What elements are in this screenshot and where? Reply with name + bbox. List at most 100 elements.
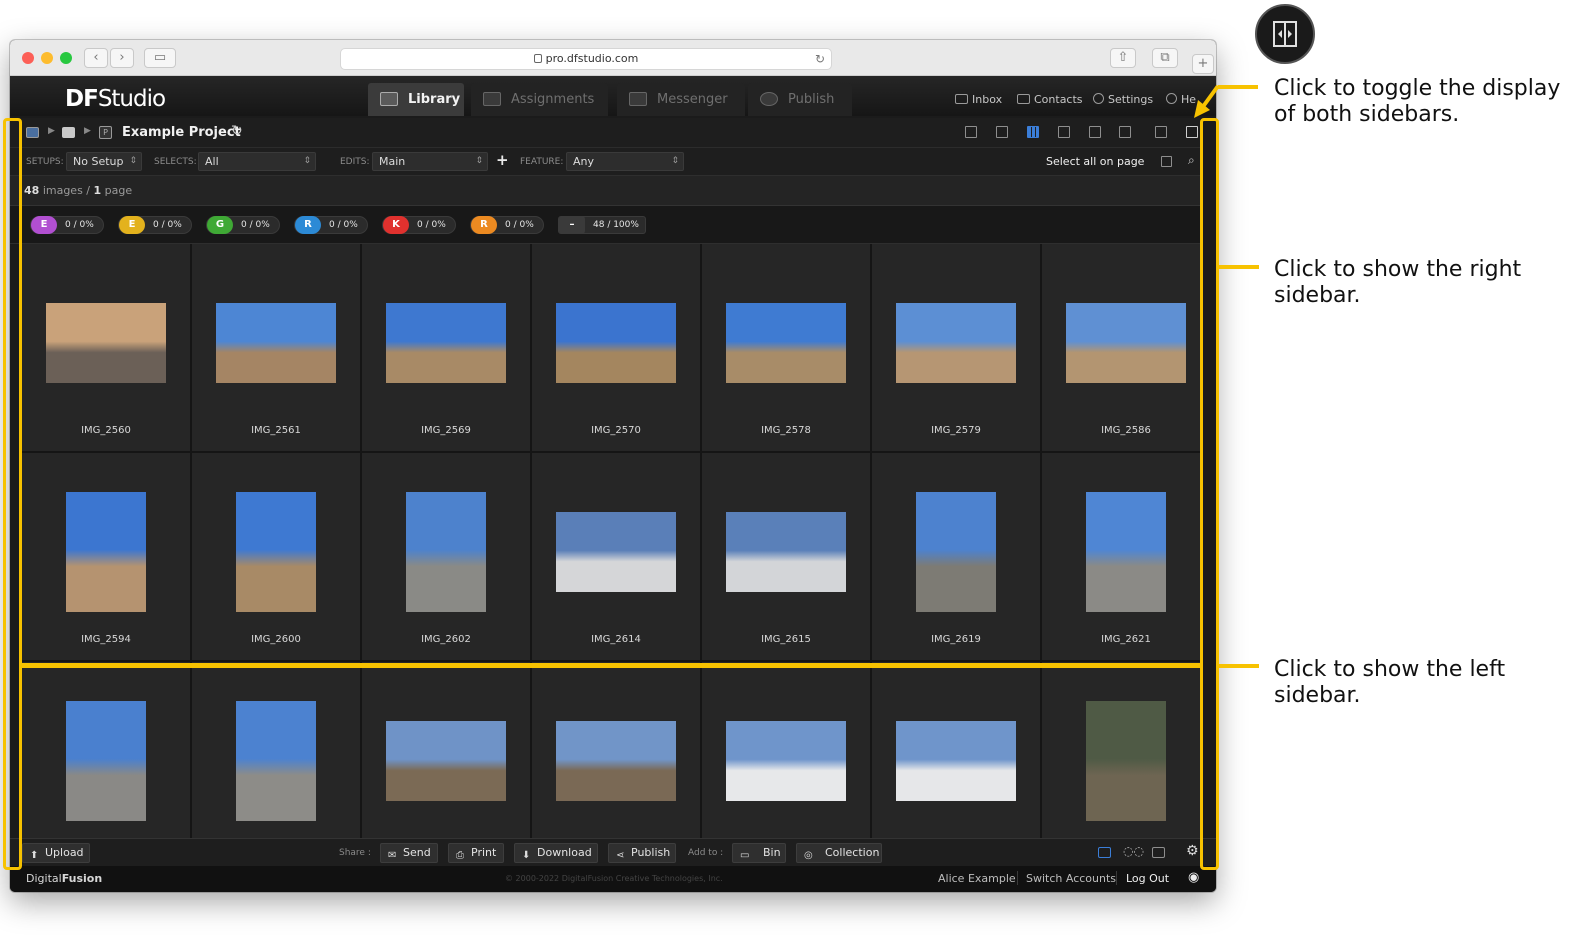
view-list-icon[interactable] <box>996 126 1008 138</box>
add-edit-button[interactable]: + <box>496 151 509 169</box>
selection-badge[interactable]: G 0 / 0% <box>206 216 280 234</box>
selection-badge[interactable]: E 0 / 0% <box>30 216 104 234</box>
gear-icon[interactable]: ⚙ <box>1186 843 1199 859</box>
eye-icon[interactable]: ◉ <box>1188 870 1199 885</box>
image-thumbnail[interactable] <box>46 303 166 383</box>
image-tile[interactable]: IMG_2621 <box>1042 453 1200 660</box>
monitor-icon[interactable] <box>1152 847 1165 858</box>
image-tile[interactable]: IMG_2600 <box>192 453 360 660</box>
image-tile[interactable]: IMG_2561 <box>192 244 360 451</box>
maximize-window-button[interactable] <box>60 52 72 64</box>
image-tile[interactable] <box>22 662 190 838</box>
toggle-sidebars-icon[interactable] <box>1186 126 1198 138</box>
selection-badge[interactable]: R 0 / 0% <box>470 216 544 234</box>
image-thumbnail[interactable] <box>556 721 676 801</box>
image-thumbnail[interactable] <box>1066 303 1186 383</box>
image-tile[interactable] <box>872 662 1040 838</box>
back-icon[interactable]: ‹ <box>84 48 108 68</box>
image-thumbnail[interactable] <box>896 721 1016 801</box>
view-overlap-icon[interactable] <box>1155 126 1167 138</box>
user-name[interactable]: Alice Example <box>938 872 1016 885</box>
selection-badge[interactable]: R 0 / 0% <box>294 216 368 234</box>
image-tile[interactable]: IMG_2560 <box>22 244 190 451</box>
image-thumbnail[interactable] <box>386 303 506 383</box>
tab-assignments[interactable]: Assignments <box>471 83 608 116</box>
selection-badge[interactable]: –48 / 100% <box>558 216 646 234</box>
search-icon[interactable]: ⌕ <box>1188 153 1195 168</box>
image-tile[interactable] <box>532 662 700 838</box>
project-icon[interactable]: P <box>99 126 112 139</box>
setups-select[interactable]: No Setup ⇕ <box>66 152 142 171</box>
text-toggle-icon[interactable] <box>1161 156 1172 167</box>
selection-badge[interactable]: E 0 / 0% <box>118 216 192 234</box>
publish-button[interactable]: ⋖ Publish <box>608 843 676 863</box>
layout-grid-icon[interactable] <box>1098 847 1111 858</box>
view-grid-small-icon[interactable] <box>1027 126 1039 138</box>
print-button[interactable]: ⎙ Print <box>448 843 504 863</box>
new-tab-icon[interactable]: + <box>1192 54 1214 74</box>
tab-publish[interactable]: Publish <box>748 83 852 116</box>
image-thumbnail[interactable] <box>896 303 1016 383</box>
refresh-icon[interactable]: ↻ <box>231 123 243 139</box>
image-thumbnail[interactable] <box>236 492 316 612</box>
image-tile[interactable] <box>702 662 870 838</box>
bin-button[interactable]: ▭ Bin <box>732 843 786 863</box>
image-tile[interactable]: IMG_2614 <box>532 453 700 660</box>
image-tile[interactable]: IMG_2615 <box>702 453 870 660</box>
reload-icon[interactable]: ↻ <box>815 49 825 69</box>
inbox-link[interactable]: Inbox <box>955 93 1002 106</box>
image-tile[interactable] <box>192 662 360 838</box>
view-single-icon[interactable] <box>1089 126 1101 138</box>
image-tile[interactable]: IMG_2619 <box>872 453 1040 660</box>
image-tile[interactable]: IMG_2570 <box>532 244 700 451</box>
image-thumbnail[interactable] <box>1086 492 1166 612</box>
image-thumbnail[interactable] <box>726 721 846 801</box>
collection-button[interactable]: ◎ Collection <box>796 843 882 863</box>
image-tile[interactable] <box>1042 662 1200 838</box>
forward-icon[interactable]: › <box>110 48 134 68</box>
image-thumbnail[interactable] <box>726 303 846 383</box>
image-thumbnail[interactable] <box>236 701 316 821</box>
image-thumbnail[interactable] <box>556 303 676 383</box>
sidebar-toggle-icon[interactable]: ▭ <box>144 48 176 68</box>
image-tile[interactable]: IMG_2578 <box>702 244 870 451</box>
feature-select[interactable]: Any ⇕ <box>566 152 684 171</box>
image-thumbnail[interactable] <box>406 492 486 612</box>
settings-link[interactable]: Settings <box>1093 93 1153 106</box>
image-thumbnail[interactable] <box>66 492 146 612</box>
tabs-icon[interactable]: ⧉ <box>1152 48 1178 68</box>
image-thumbnail[interactable] <box>1086 701 1166 821</box>
folder-icon[interactable] <box>62 127 75 138</box>
switch-accounts-link[interactable]: Switch Accounts <box>1026 872 1116 885</box>
image-tile[interactable]: IMG_2579 <box>872 244 1040 451</box>
dfstudio-logo[interactable]: DFStudio <box>65 86 166 112</box>
image-thumbnail[interactable] <box>916 492 996 612</box>
view-compare-icon[interactable] <box>1119 126 1131 138</box>
library-root-icon[interactable] <box>26 127 39 138</box>
image-tile[interactable]: IMG_2602 <box>362 453 530 660</box>
minimize-window-button[interactable] <box>41 52 53 64</box>
contacts-link[interactable]: Contacts <box>1017 93 1083 106</box>
image-tile[interactable]: IMG_2569 <box>362 244 530 451</box>
image-tile[interactable]: IMG_2594 <box>22 453 190 660</box>
image-thumbnail[interactable] <box>556 512 676 592</box>
address-bar[interactable]: pro.dfstudio.com ↻ <box>340 48 832 70</box>
image-thumbnail[interactable] <box>66 701 146 821</box>
view-filmstrip-icon[interactable] <box>965 126 977 138</box>
image-thumbnail[interactable] <box>216 303 336 383</box>
selection-badge[interactable]: K 0 / 0% <box>382 216 456 234</box>
download-button[interactable]: ⬇ Download <box>514 843 598 863</box>
send-button[interactable]: ✉ Send <box>380 843 438 863</box>
image-tile[interactable]: IMG_2586 <box>1042 244 1200 451</box>
close-window-button[interactable] <box>22 52 34 64</box>
view-grid-large-icon[interactable] <box>1058 126 1070 138</box>
share-icon[interactable]: ⇧ <box>1110 48 1136 68</box>
image-thumbnail[interactable] <box>726 512 846 592</box>
compare-glasses-icon[interactable]: ◌◌ <box>1123 844 1144 858</box>
tab-library[interactable]: Library <box>368 83 464 116</box>
image-thumbnail[interactable] <box>386 721 506 801</box>
image-tile[interactable] <box>362 662 530 838</box>
tab-messenger[interactable]: Messenger <box>617 83 745 116</box>
selects-select[interactable]: All ⇕ <box>198 152 316 171</box>
logout-link[interactable]: Log Out <box>1126 872 1169 885</box>
